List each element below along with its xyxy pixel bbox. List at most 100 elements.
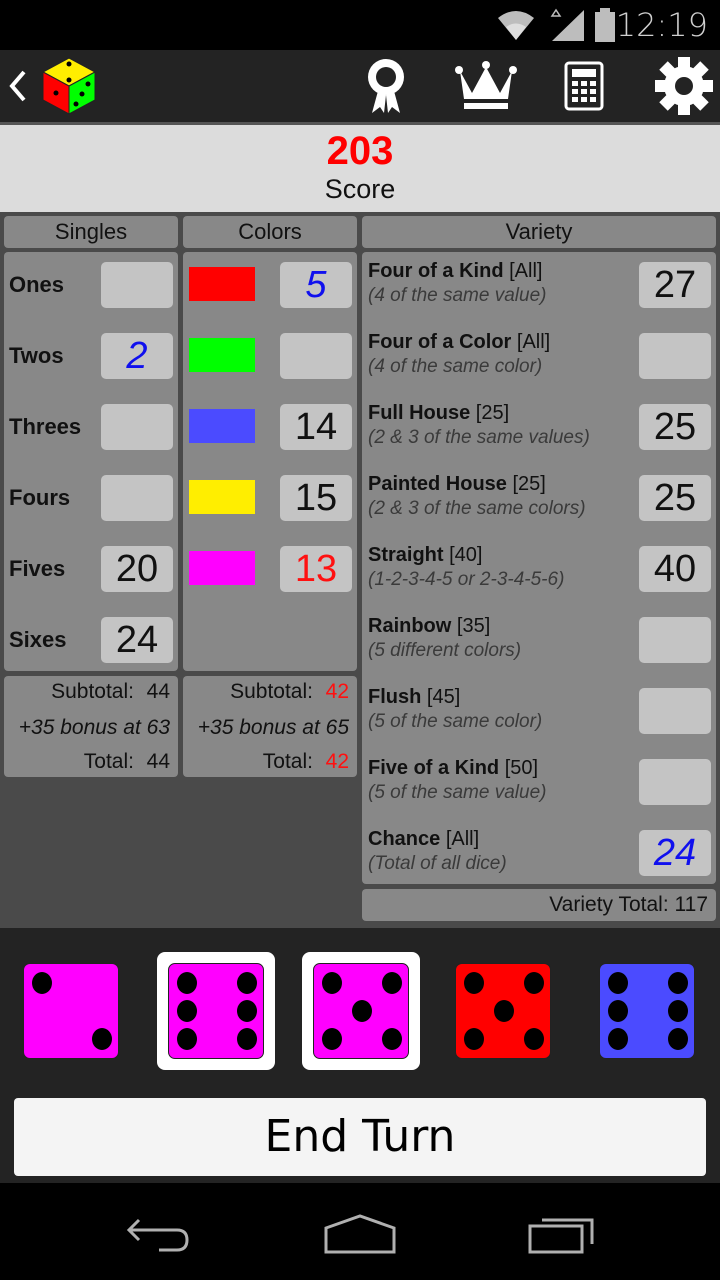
die-pip [608,972,628,994]
singles-header: Singles [4,216,178,248]
die-1[interactable] [12,952,130,1070]
die-pip [382,1028,402,1050]
variety-desc-four-of-a-color: (4 of the same color) [368,356,543,377]
die-pip [352,1000,372,1022]
die-pip [237,1028,257,1050]
scorecard: Singles Colors Variety Ones Twos 2 Three… [0,212,720,928]
variety-box-straight[interactable]: 40 [639,546,711,592]
variety-desc-rainbow: (5 different colors) [368,640,522,661]
singles-label-twos: Twos [9,343,64,368]
colors-box-yellow[interactable]: 15 [280,475,352,521]
die-pip [608,1028,628,1050]
die-5[interactable] [588,952,706,1070]
variety-box-flush[interactable] [639,688,711,734]
singles-box-fours[interactable] [101,475,173,521]
achievements-ribbon-icon[interactable] [354,56,418,116]
variety-desc-chance: (Total of all dice) [368,853,507,874]
colors-total: Total: 42 [263,750,349,774]
die-pip [177,1028,197,1050]
status-bar: 12:19 [0,0,720,50]
variety-points: [All] [509,260,543,282]
end-turn-button[interactable]: End Turn [14,1098,706,1176]
die-pip [524,972,544,994]
score-label: Score [324,174,396,204]
calculator-icon[interactable] [552,56,616,116]
variety-title-flush: Flush [45] [368,686,460,709]
settings-gear-icon[interactable] [652,56,716,116]
die-pip [177,1000,197,1022]
back-icon[interactable] [0,56,36,116]
die-pip [237,1000,257,1022]
die-pip [668,972,688,994]
variety-name: Chance [368,828,441,850]
variety-box-chance[interactable]: 24 [639,830,711,876]
variety-desc-full-house: (2 & 3 of the same values) [368,427,590,448]
score-value: 203 [326,129,394,173]
navigation-bar [0,1183,720,1280]
singles-label-sixes: Sixes [9,627,67,652]
die-3-held[interactable] [302,952,420,1070]
color-swatch-red [189,267,255,301]
colors-box-green[interactable] [280,333,352,379]
app-logo-dice[interactable] [38,56,100,116]
die-pip [524,1028,544,1050]
total-label: Total: [83,750,134,773]
variety-name: Four of a Color [368,331,512,353]
variety-points: [All] [445,828,480,850]
variety-points: [25] [512,473,546,495]
singles-box-sixes[interactable]: 24 [101,617,173,663]
variety-box-full-house[interactable]: 25 [639,404,711,450]
home-nav-icon[interactable] [310,1209,410,1259]
clock: 12:19 [615,6,708,44]
die-pip [464,1028,484,1050]
singles-panel: Ones Twos 2 Threes Fours Fives 20 Sixes … [4,252,178,671]
variety-points: [45] [426,686,461,708]
colors-header: Colors [183,216,357,248]
signal-icon [548,8,588,47]
die-face [599,963,695,1059]
colors-box-red[interactable]: 5 [280,262,352,308]
variety-name: Painted House [368,473,507,495]
die-pip [322,1028,342,1050]
die-4[interactable] [444,952,562,1070]
dice-tray: End Turn [0,928,720,1183]
variety-box-painted-house[interactable]: 25 [639,475,711,521]
singles-box-fives[interactable]: 20 [101,546,173,592]
variety-desc-straight: (1-2-3-4-5 or 2-3-4-5-6) [368,569,565,590]
total-value: 42 [325,750,349,773]
variety-panel: Four of a Kind [All] (4 of the same value… [362,252,716,884]
variety-title-rainbow: Rainbow [35] [368,615,490,638]
recents-nav-icon[interactable] [512,1209,612,1259]
singles-box-ones[interactable] [101,262,173,308]
color-swatch-magenta [189,551,255,585]
variety-name: Full House [368,402,471,424]
die-2-held[interactable] [157,952,275,1070]
variety-box-four-of-a-kind[interactable]: 27 [639,262,711,308]
singles-label-threes: Threes [9,414,82,439]
die-face [313,963,409,1059]
leaderboard-crown-icon[interactable] [454,56,518,116]
colors-box-magenta[interactable]: 13 [280,546,352,592]
singles-bonus-note: +35 bonus at 63 [18,716,170,739]
color-swatch-blue [189,409,255,443]
colors-box-blue[interactable]: 14 [280,404,352,450]
back-nav-icon[interactable] [110,1209,210,1259]
variety-title-four-of-a-color: Four of a Color [All] [368,331,550,354]
variety-title-painted-house: Painted House [25] [368,473,546,496]
variety-title-chance: Chance [All] [368,828,479,851]
singles-label-fours: Fours [9,485,71,510]
variety-points: [All] [516,331,551,353]
variety-header: Variety [362,216,716,248]
die-pip [608,1000,628,1022]
die-face [168,963,264,1059]
singles-box-threes[interactable] [101,404,173,450]
colors-totals-panel: Subtotal: 42 +35 bonus at 65 Total: 42 [183,676,357,777]
colors-subtotal: Subtotal: 42 [230,680,349,704]
variety-box-rainbow[interactable] [639,617,711,663]
subtotal-label: Subtotal: [230,680,313,703]
variety-desc-five-of-a-kind: (5 of the same value) [368,782,547,803]
variety-box-four-of-a-color[interactable] [639,333,711,379]
variety-total: Variety Total: 117 [362,889,716,921]
variety-box-five-of-a-kind[interactable] [639,759,711,805]
singles-box-twos[interactable]: 2 [101,333,173,379]
